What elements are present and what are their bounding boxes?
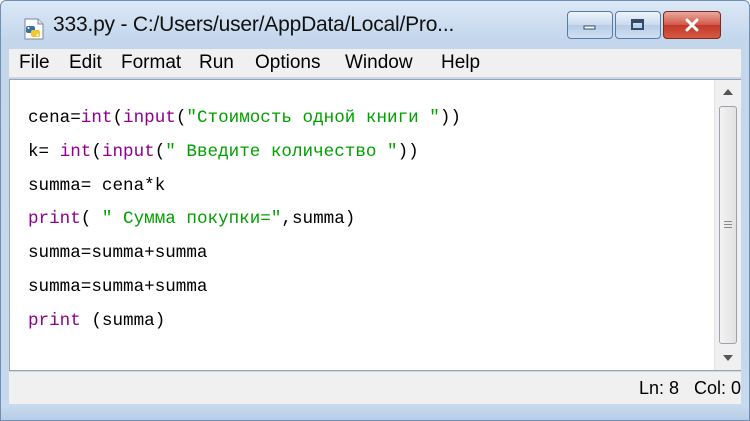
code-line: print (summa) [28,311,165,331]
code-token: ,summa) [281,209,356,230]
code-token: summa=summa+summa [28,243,208,264]
menu-window[interactable]: Window [345,52,413,74]
menu-format[interactable]: Format [121,52,181,74]
menu-run[interactable]: Run [199,52,234,74]
idle-editor-window: 333.py - C:/Users/user/AppData/Local/Pro… [0,0,750,421]
maximize-button[interactable] [615,11,661,39]
minimize-button[interactable] [567,11,613,39]
code-token: ( [175,108,187,128]
close-button[interactable] [663,11,721,39]
string-token: " Введите количество " [165,141,398,162]
string-token: "Стоимость одной книги " [186,108,440,128]
menu-bar: File Edit Format Run Options Window Help [9,49,741,78]
code-editor[interactable]: cena=int(input("Стоимость одной книги ")… [9,79,741,371]
menu-options[interactable]: Options [255,52,320,74]
code-line: print( " Сумма покупки=",summa) [28,209,355,229]
minimize-icon [583,25,596,30]
code-line: summa= cena*k [28,176,165,196]
window-title: 333.py - C:/Users/user/AppData/Local/Pro… [53,13,455,36]
grip-line [724,221,732,222]
code-token: ( [91,141,102,162]
scroll-down-button[interactable] [715,346,741,370]
code-token: k= [28,141,60,162]
code-token: ( [112,108,124,128]
code-token: )) [397,141,419,162]
code-token: ( [154,141,166,162]
menu-edit[interactable]: Edit [69,52,102,74]
code-line: summa=summa+summa [28,277,208,297]
maximize-icon [631,19,644,30]
title-bar[interactable]: 333.py - C:/Users/user/AppData/Local/Pro… [1,1,749,47]
close-icon [685,18,699,32]
builtin-token: int [59,141,92,162]
scrollbar-thumb[interactable] [719,106,737,344]
arrow-up-icon [723,89,733,95]
code-token: cena= [28,108,81,128]
arrow-down-icon [723,355,733,361]
builtin-token: input [101,141,155,162]
menu-help[interactable]: Help [441,52,480,74]
builtin-token: print [28,209,81,230]
python-file-icon [24,18,44,40]
menu-file[interactable]: File [19,52,50,74]
window-bottom-border [1,404,749,420]
code-text[interactable]: cena=int(input("Стоимость одной книги ")… [28,102,461,339]
string-token: " Сумма покупки=" [101,209,282,230]
builtin-token: print [28,310,81,331]
code-line: cena=int(input("Стоимость одной книги ")… [28,108,461,128]
code-token: (summa) [80,310,166,331]
scroll-up-button[interactable] [715,80,741,104]
code-token: ( [80,209,102,230]
code-token: )) [439,108,461,128]
cursor-position: Ln: 8 Col: 0 [638,378,741,398]
builtin-token: int [80,108,113,128]
code-line: k= int(input(" Введите количество ")) [28,142,419,162]
grip-line [724,227,732,228]
status-bar: Ln: 8 Col: 0 [9,371,741,405]
code-token: summa=summa+summa [28,276,208,297]
builtin-token: input [123,108,176,128]
code-token: summa= cena*k [28,175,166,196]
code-line: summa=summa+summa [28,243,208,263]
vertical-scrollbar[interactable] [714,80,741,370]
grip-line [724,224,732,225]
